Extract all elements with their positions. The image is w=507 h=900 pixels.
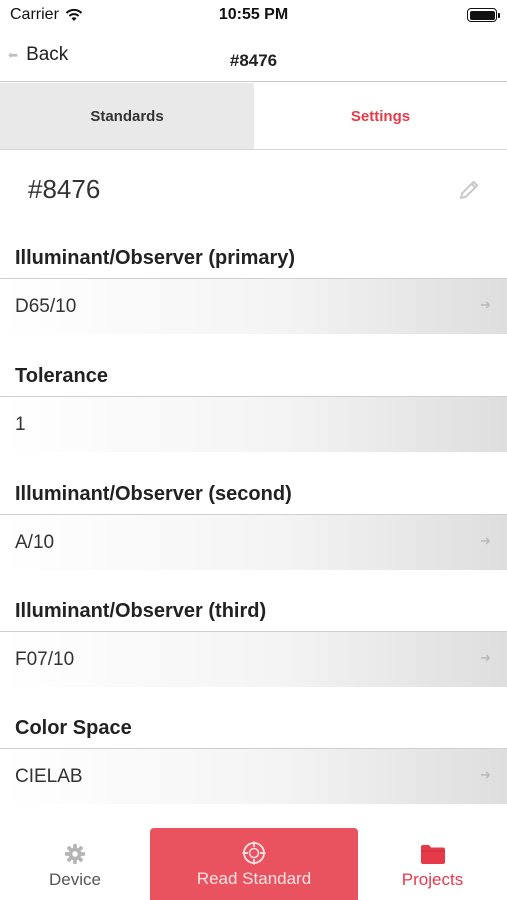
chevron-right-icon: ➜ (480, 297, 491, 312)
section-illuminant-primary: Illuminant/Observer (primary) D65/10 ➜ (0, 232, 507, 334)
tab-projects[interactable]: Projects (358, 827, 507, 900)
field-value: CIELAB (15, 766, 83, 787)
status-bar: Carrier 10:55 PM (0, 0, 507, 30)
tab-device[interactable]: Device (0, 827, 150, 900)
section-color-space: Color Space CIELAB ➜ (0, 702, 507, 804)
section-label: Illuminant/Observer (primary) (15, 247, 296, 269)
page-title: #8476 (229, 51, 278, 70)
read-standard-label: Read Standard (196, 869, 312, 888)
field-value: F07/10 (15, 649, 75, 670)
field-value: A/10 (15, 532, 55, 553)
segmented-tabs: Standards Settings (0, 83, 507, 150)
field-value: D65/10 (15, 296, 77, 317)
standard-name: #8476 (28, 174, 101, 204)
illuminant-third-field[interactable]: F07/10 ➜ (0, 631, 507, 687)
folder-icon (420, 842, 446, 866)
gear-icon (64, 842, 86, 866)
tab-standards[interactable]: Standards (0, 83, 254, 149)
illuminant-primary-field[interactable]: D65/10 ➜ (0, 278, 507, 334)
chevron-right-icon: ➜ (480, 650, 491, 665)
field-value: 1 (15, 414, 26, 435)
section-tolerance: Tolerance 1 (0, 350, 507, 452)
tab-settings[interactable]: Settings (254, 83, 507, 149)
chevron-right-icon: ➜ (480, 533, 491, 548)
tab-projects-label: Projects (401, 870, 464, 889)
navigation-bar: ⬅ Back #8476 (0, 30, 507, 82)
tolerance-field[interactable]: 1 (0, 396, 507, 452)
battery-icon (467, 8, 500, 22)
section-label: Tolerance (15, 365, 108, 387)
bottom-tab-bar: Device Read Standard Projects (0, 827, 507, 900)
chevron-right-icon: ➜ (480, 767, 491, 782)
section-illuminant-third: Illuminant/Observer (third) F07/10 ➜ (0, 585, 507, 687)
status-time: 10:55 PM (218, 6, 289, 23)
standard-name-row: #8476 (0, 151, 507, 231)
section-label: Illuminant/Observer (second) (15, 483, 292, 505)
section-label: Color Space (15, 717, 132, 739)
color-space-field[interactable]: CIELAB ➜ (0, 748, 507, 804)
pencil-icon[interactable] (457, 178, 481, 202)
read-standard-button[interactable]: Read Standard (150, 828, 358, 900)
tab-device-label: Device (49, 870, 101, 889)
section-illuminant-second: Illuminant/Observer (second) A/10 ➜ (0, 468, 507, 570)
crosshair-icon (241, 841, 267, 865)
section-label: Illuminant/Observer (third) (15, 600, 267, 622)
illuminant-second-field[interactable]: A/10 ➜ (0, 514, 507, 570)
